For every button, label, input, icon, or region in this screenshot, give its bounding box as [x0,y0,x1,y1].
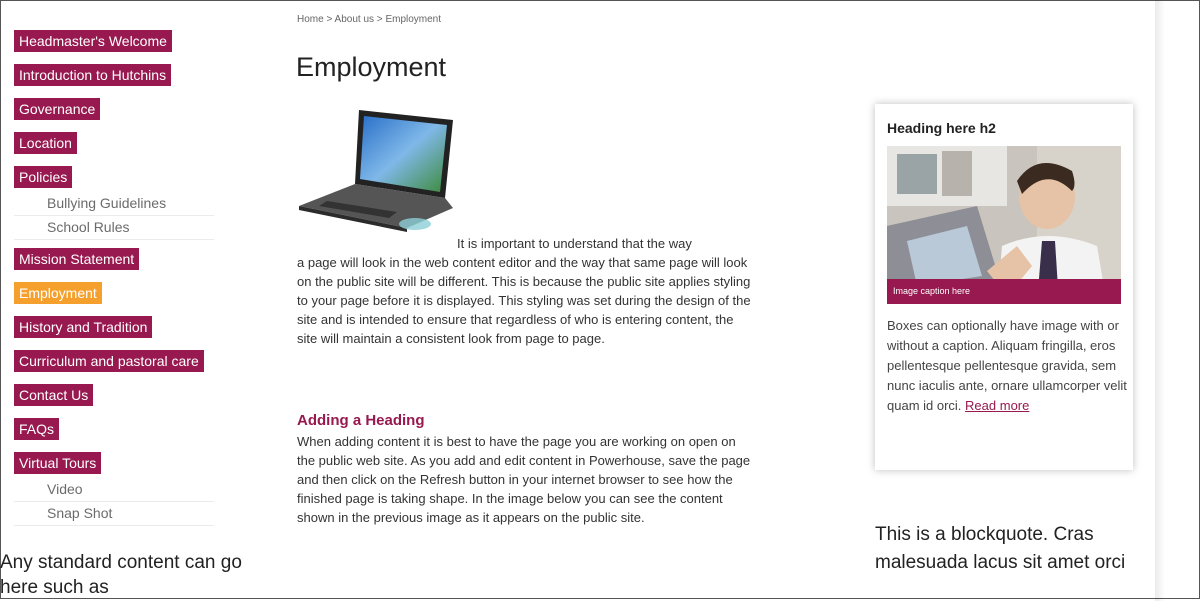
breadcrumb-home[interactable]: Home [297,14,324,25]
nav-item-contact-us[interactable]: Contact Us [14,384,94,406]
tours-submenu: Video Snap Shot [14,478,246,526]
laptop-image [299,110,453,232]
nav-item-employment[interactable]: Employment [14,282,102,304]
sidebar-nav: Headmaster's Welcome Introduction to Hut… [14,30,246,534]
nav-item-mission-statement[interactable]: Mission Statement [14,248,140,270]
page-title: Employment [296,52,447,82]
breadcrumb-current: Employment [385,14,442,25]
nav-item-virtual-tours[interactable]: Virtual Tours [14,452,102,474]
page-shadow [1155,0,1165,601]
nav-item-governance[interactable]: Governance [14,98,101,120]
section-heading: Adding a Heading [297,412,425,429]
nav-item-history[interactable]: History and Tradition [14,316,153,338]
intro-paragraph: a page will look in the web content edit… [297,255,751,346]
read-more-link[interactable]: Read more [965,398,1029,413]
sidebar-content-text: Any standard content can go here such as [0,552,242,598]
nav-item-curriculum[interactable]: Curriculum and pastoral care [14,350,204,372]
breadcrumb-separator: > [374,14,386,25]
breadcrumb-about[interactable]: About us [335,14,374,25]
section-paragraph: When adding content it is best to have t… [297,434,751,525]
sub-item-school-rules[interactable]: School Rules [14,216,214,240]
breadcrumb: Home > About us > Employment [297,14,441,25]
nav-item-introduction[interactable]: Introduction to Hutchins [14,64,172,86]
policies-submenu: Bullying Guidelines School Rules [14,192,246,240]
feature-box: Heading here h2 Image caption here Boxes… [875,104,1133,470]
nav-item-faqs[interactable]: FAQs [14,418,60,440]
nav-item-location[interactable]: Location [14,132,77,154]
intro-paragraph-first-line: It is important to understand that the w… [457,236,692,251]
box-title: Heading here h2 [887,120,996,136]
sub-item-snap-shot[interactable]: Snap Shot [14,502,214,526]
breadcrumb-separator: > [323,14,335,25]
blockquote: This is a blockquote. Cras malesuada lac… [875,524,1126,573]
nav-item-policies[interactable]: Policies [14,166,73,188]
nav-item-headmasters-welcome[interactable]: Headmaster's Welcome [14,30,172,52]
box-text: Boxes can optionally have image with or … [887,316,1127,416]
image-caption: Image caption here [887,279,1121,304]
